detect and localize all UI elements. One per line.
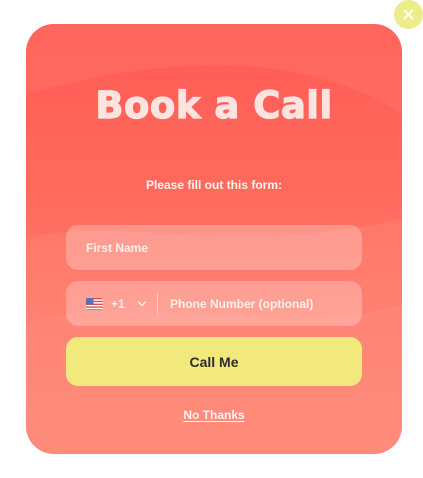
call-me-button[interactable]: Call Me xyxy=(66,337,362,386)
book-a-call-popup: Book a Call Please fill out this form: +… xyxy=(26,24,402,454)
close-icon xyxy=(403,9,414,20)
first-name-field[interactable] xyxy=(66,225,362,270)
close-button[interactable] xyxy=(394,0,423,29)
popup-subtitle: Please fill out this form: xyxy=(145,178,283,192)
first-name-input[interactable] xyxy=(66,225,362,270)
page: Book a Call Please fill out this form: +… xyxy=(0,0,423,478)
phone-number-input[interactable] xyxy=(66,281,362,326)
phone-field[interactable]: +1 xyxy=(66,281,362,326)
popup-title: Book a Call xyxy=(95,83,333,127)
no-thanks-link[interactable]: No Thanks xyxy=(26,408,402,422)
